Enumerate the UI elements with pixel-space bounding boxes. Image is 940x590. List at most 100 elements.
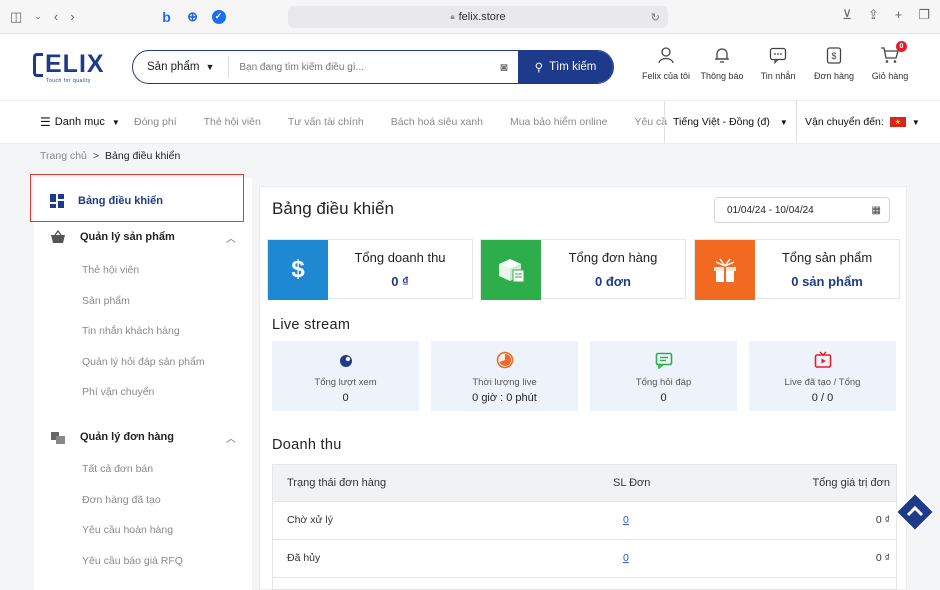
message-icon (769, 44, 787, 66)
shipping-destination-select[interactable]: Vận chuyển đến: ★ ▼ (796, 101, 920, 143)
revenue-title: Doanh thu (272, 437, 342, 453)
user-icon (657, 44, 675, 66)
stat-value: 0 đơn (595, 274, 631, 289)
chevron-down-icon: ▼ (111, 117, 120, 127)
share-icon[interactable]: ⇪ (868, 7, 879, 23)
category-menu-button[interactable]: ☰ Danh mục ▼ (0, 115, 134, 129)
reload-icon[interactable]: ↻ (651, 11, 660, 24)
search-button[interactable]: ⚲ Tìm kiếm (518, 51, 613, 83)
nav-link[interactable]: Đóng phí (134, 116, 177, 128)
eye-icon (337, 351, 355, 369)
sidebar-item-products[interactable]: Sản phẩm (82, 295, 130, 307)
bing-extension-icon[interactable]: b (160, 9, 174, 25)
breadcrumb-home[interactable]: Trang chủ (40, 150, 87, 162)
sidebar-item-shipping-fee[interactable]: Phí vận chuyển (82, 386, 154, 398)
chevron-down-icon: ▼ (911, 117, 920, 127)
site-header: ELIX Touch for quality Sản phẩm ▼ ◙ ⚲ Tì… (0, 34, 940, 100)
sidebar-item-rfq-requests[interactable]: Yêu cầu báo giá RFQ (82, 555, 183, 567)
dashboard-icon (50, 194, 64, 208)
breadcrumb: Trang chủ > Bảng điều khiển (40, 150, 181, 162)
bell-icon (714, 44, 730, 66)
dashboard-panel: Bảng điều khiển 01/04/24 - 10/04/24 ▦ $ … (259, 186, 907, 590)
extension-icon[interactable]: ⊕ (186, 9, 200, 24)
nav-link[interactable]: Tư vấn tài chính (288, 116, 364, 128)
package-icon (481, 240, 541, 300)
orders-button[interactable]: $ Đơn hàng (806, 44, 862, 81)
chevron-down-icon: ▼ (779, 117, 788, 127)
basket-icon (51, 230, 65, 243)
main-nav: ☰ Danh mục ▼ Đóng phí Thẻ hội viên Tư vấ… (0, 100, 940, 144)
breadcrumb-current: Bảng điều khiển (105, 150, 181, 162)
chevron-down-icon[interactable]: ⌄ (34, 11, 42, 22)
sidebar-item-customer-messages[interactable]: Tin nhắn khách hàng (82, 325, 180, 337)
back-icon[interactable]: ‹ (54, 9, 58, 24)
calendar-icon: ▦ (871, 204, 881, 216)
clock-icon (496, 351, 514, 369)
vietnam-flag-icon: ★ (889, 117, 906, 127)
address-bar[interactable]: 🔒︎ felix.store ↻ (288, 6, 668, 28)
sidebar-item-all-orders[interactable]: Tất cả đơn bán (82, 463, 153, 475)
check-extension-icon[interactable]: ✓ (211, 9, 226, 24)
svg-text:$: $ (831, 51, 836, 61)
chevron-up-icon[interactable]: ︿ (226, 230, 236, 245)
search-category-select[interactable]: Sản phẩm ▼ (133, 56, 230, 78)
sidebar-item-dashboard[interactable]: Bảng điều khiển (50, 194, 163, 208)
menu-icon: ☰ (40, 115, 51, 129)
sidebar-item-product-qa[interactable]: Quản lý hỏi đáp sản phẩm (82, 356, 205, 368)
cart-button[interactable]: 0 Giỏ hàng (862, 41, 918, 81)
nav-link[interactable]: Bách hoá siêu xanh (391, 116, 483, 128)
stat-value: 0 ₫ (391, 274, 409, 289)
order-count-link[interactable]: 0 (623, 552, 629, 564)
gift-box-icon (695, 240, 755, 300)
boxes-icon (51, 432, 65, 444)
dollar-icon: $ (268, 240, 328, 300)
sidebar-item-return-requests[interactable]: Yêu cầu hoàn hàng (82, 524, 173, 536)
search-bar: Sản phẩm ▼ ◙ ⚲ Tìm kiếm (132, 50, 614, 84)
stat-card-orders: Tổng đơn hàng 0 đơn (480, 239, 686, 300)
live-card-duration: Thời lượng live 0 giờ : 0 phút (431, 341, 578, 411)
live-card-qa: Tổng hỏi đáp 0 (590, 341, 737, 411)
sidebar-toggle-icon[interactable]: ◫ (10, 9, 22, 25)
felix-logo[interactable]: ELIX Touch for quality (33, 48, 105, 88)
order-count-link[interactable]: 0 (623, 514, 629, 526)
tv-icon (814, 351, 832, 369)
stat-card-products: Tổng sản phẩm 0 sản phẩm (694, 239, 900, 300)
scroll-top-button[interactable] (894, 491, 936, 533)
nav-link[interactable]: Thẻ hội viên (204, 116, 261, 128)
sidebar-item-membership-card[interactable]: Thẻ hội viên (82, 264, 139, 276)
notification-button[interactable]: Thông báo (694, 44, 750, 81)
nav-link[interactable]: Mua bảo hiểm online (510, 116, 607, 128)
table-row: Đã hủy 0 0 ₫ (272, 540, 897, 578)
chevron-up-icon[interactable]: ︿ (226, 430, 236, 445)
page-title: Bảng điều khiển (272, 199, 394, 218)
tabs-icon[interactable]: ❐ (918, 7, 930, 23)
header-icons: Felix của tôi Thông báo Tin nhắn $ Đơn h… (638, 41, 918, 81)
chevron-up-icon (894, 491, 936, 533)
cart-badge: 0 (896, 41, 907, 52)
live-card-views: Tổng lượt xem 0 (272, 341, 419, 411)
forward-icon[interactable]: › (70, 9, 74, 24)
search-icon: ⚲ (534, 62, 544, 74)
messages-button[interactable]: Tin nhắn (750, 44, 806, 81)
download-icon[interactable]: ⊻ (842, 7, 852, 23)
language-currency-select[interactable]: Tiếng Việt - Đồng (đ) ▼ (664, 101, 792, 143)
live-card-created: Live đã tạo / Tổng 0 / 0 (749, 341, 896, 411)
table-row: Chờ xử lý 0 0 ₫ (272, 502, 897, 540)
camera-icon[interactable]: ◙ (490, 60, 518, 74)
search-input[interactable] (229, 52, 490, 82)
account-button[interactable]: Felix của tôi (638, 44, 694, 81)
browser-toolbar: ◫ ⌄ ‹ › b ⊕ ✓ 🔒︎ felix.store ↻ ⊻ ⇪ + ❐ (0, 0, 940, 34)
stat-value: 0 sản phẩm (791, 274, 863, 289)
order-icon: $ (826, 44, 842, 66)
url-text: felix.store (458, 11, 506, 23)
date-range-picker[interactable]: 01/04/24 - 10/04/24 ▦ (714, 197, 890, 223)
sidebar-section-products[interactable]: Quản lý sản phẩm ︿ (50, 230, 240, 245)
revenue-table: Trạng thái đơn hàng SL Đơn Tổng giá trị … (272, 464, 897, 590)
new-tab-icon[interactable]: + (895, 7, 903, 23)
sidebar-item-created-orders[interactable]: Đơn hàng đã tạo (82, 494, 161, 506)
sidebar-section-orders[interactable]: Quản lý đơn hàng ︿ (50, 429, 240, 445)
live-stream-title: Live stream (272, 317, 351, 333)
stat-card-revenue: $ Tổng doanh thu 0 ₫ (267, 239, 473, 300)
chat-icon (655, 351, 673, 369)
nav-link[interactable]: Yêu cầ (634, 116, 667, 128)
